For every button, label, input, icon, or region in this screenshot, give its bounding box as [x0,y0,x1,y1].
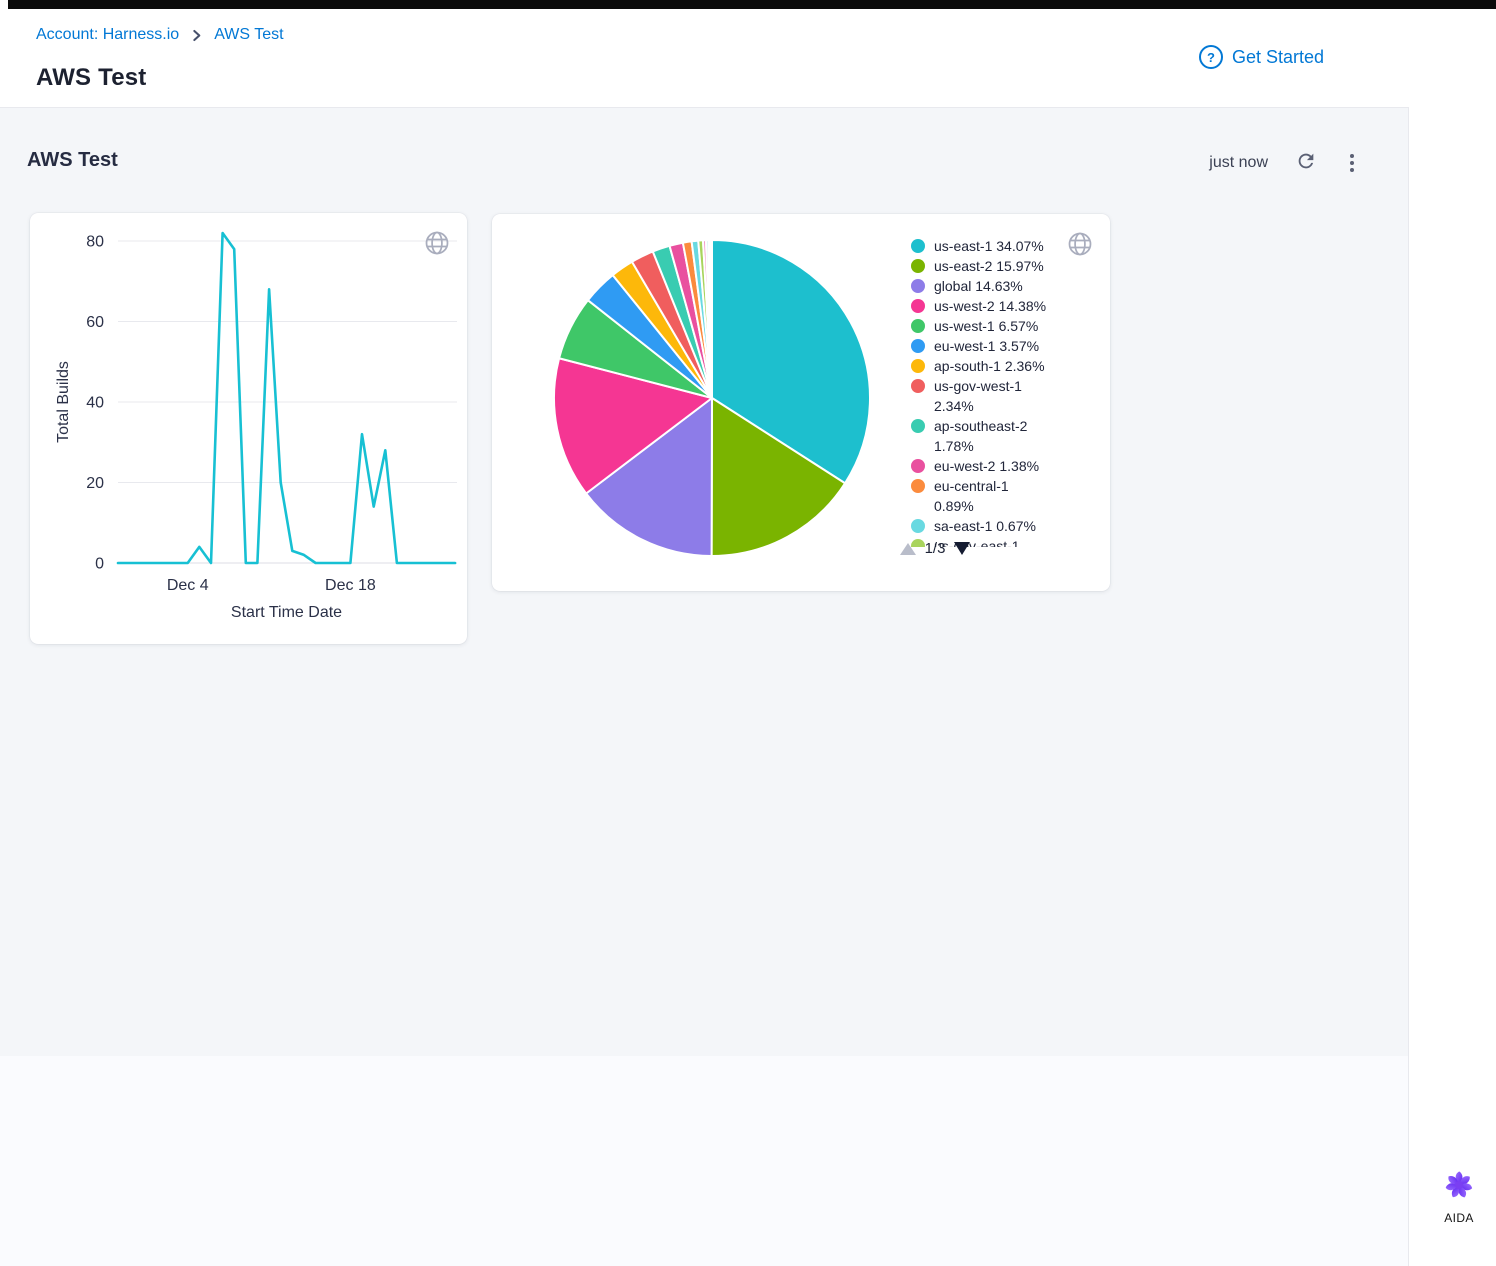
region-pie-chart-card: us-east-1 34.07%us-east-2 15.97%global 1… [492,214,1110,591]
get-started-label: Get Started [1232,47,1324,68]
legend-label: us-gov-west-1 2.34% [934,376,1052,416]
legend-page-up-button[interactable] [900,543,916,555]
legend-label: us-west-2 14.38% [934,296,1052,316]
legend-page-down-button[interactable] [954,542,970,555]
get-started-link[interactable]: ? Get Started [1199,45,1324,69]
legend-swatch [911,259,925,273]
dashboard-title: AWS Test [27,149,118,172]
legend-label: eu-central-1 0.89% [934,476,1052,516]
legend-label: us-west-1 6.57% [934,316,1052,336]
legend-label: us-east-2 15.97% [934,256,1052,276]
legend-label: ap-south-1 2.36% [934,356,1052,376]
dashboard-controls: just now [1209,150,1360,175]
breadcrumb-current-link[interactable]: AWS Test [214,26,283,44]
y-axis-title: Total Builds [55,361,72,443]
window-top-edge [8,0,1496,9]
y-tick-label: 40 [86,395,104,412]
kebab-dot [1350,161,1354,165]
legend-swatch [911,279,925,293]
aida-widget[interactable]: AIDA [1435,1167,1483,1225]
refresh-button[interactable] [1295,150,1317,175]
breadcrumb-account-link[interactable]: Account: Harness.io [36,26,179,44]
legend-item-ap-southeast-2[interactable]: ap-southeast-2 1.78% [911,416,1093,456]
legend-swatch [911,479,925,493]
legend-swatch [911,419,925,433]
last-refreshed-label: just now [1209,154,1268,172]
y-tick-label: 60 [86,314,104,331]
legend-label: ap-southeast-2 1.78% [934,416,1052,456]
legend-pager: 1/3 [900,540,970,557]
legend-swatch [911,359,925,373]
x-tick-label: Dec 18 [325,577,376,594]
more-options-button[interactable] [1344,152,1360,174]
legend-item-eu-west-2[interactable]: eu-west-2 1.38% [911,456,1093,476]
aida-label: AIDA [1444,1211,1474,1225]
pie-chart [492,214,932,591]
legend-item-us-west-2[interactable]: us-west-2 14.38% [911,296,1093,316]
legend-swatch [911,339,925,353]
pie-legend: us-east-1 34.07%us-east-2 15.97%global 1… [911,236,1093,547]
total-builds-line-series [118,233,455,563]
y-tick-label: 0 [95,556,104,573]
y-tick-label: 20 [86,475,104,492]
legend-item-us-gov-west-1[interactable]: us-gov-west-1 2.34% [911,376,1093,416]
legend-item-us-west-1[interactable]: us-west-1 6.57% [911,316,1093,336]
legend-swatch [911,239,925,253]
legend-item-us-east-2[interactable]: us-east-2 15.97% [911,256,1093,276]
legend-swatch [911,319,925,333]
legend-swatch [911,459,925,473]
dashboard-panel: AWS Test just now 0 20 40 60 80 Dec 4 Dec 18 St… [0,107,1409,1266]
legend-item-global[interactable]: global 14.63% [911,276,1093,296]
y-tick-label: 80 [86,234,104,251]
globe-icon [423,229,451,257]
kebab-dot [1350,154,1354,158]
total-builds-chart-card: 0 20 40 60 80 Dec 4 Dec 18 Start Time Date Total… [30,213,467,644]
legend-label: eu-west-2 1.38% [934,456,1052,476]
breadcrumb: Account: Harness.io AWS Test [36,26,284,44]
kebab-dot [1350,168,1354,172]
legend-item-sa-east-1[interactable]: sa-east-1 0.67% [911,516,1093,536]
legend-label: sa-east-1 0.67% [934,516,1052,536]
globe-icon [1066,230,1094,258]
legend-label: eu-west-1 3.57% [934,336,1052,356]
panel-lower-background [0,1056,1408,1266]
page-title: AWS Test [36,64,147,92]
legend-label: global 14.63% [934,276,1052,296]
aida-logo-icon [1441,1167,1477,1208]
legend-swatch [911,519,925,533]
legend-item-eu-west-1[interactable]: eu-west-1 3.57% [911,336,1093,356]
legend-label: us-east-1 34.07% [934,236,1052,256]
line-chart: 0 20 40 60 80 Dec 4 Dec 18 Start Time Date Total… [30,213,467,644]
legend-swatch [911,299,925,313]
legend-page-indicator: 1/3 [923,540,947,557]
legend-item-ap-south-1[interactable]: ap-south-1 2.36% [911,356,1093,376]
help-question-icon: ? [1199,45,1223,69]
legend-swatch [911,379,925,393]
x-tick-label: Dec 4 [167,577,209,594]
refresh-icon [1295,150,1317,175]
legend-item-eu-central-1[interactable]: eu-central-1 0.89% [911,476,1093,516]
x-axis-title: Start Time Date [231,604,342,621]
chevron-right-icon [190,29,203,42]
